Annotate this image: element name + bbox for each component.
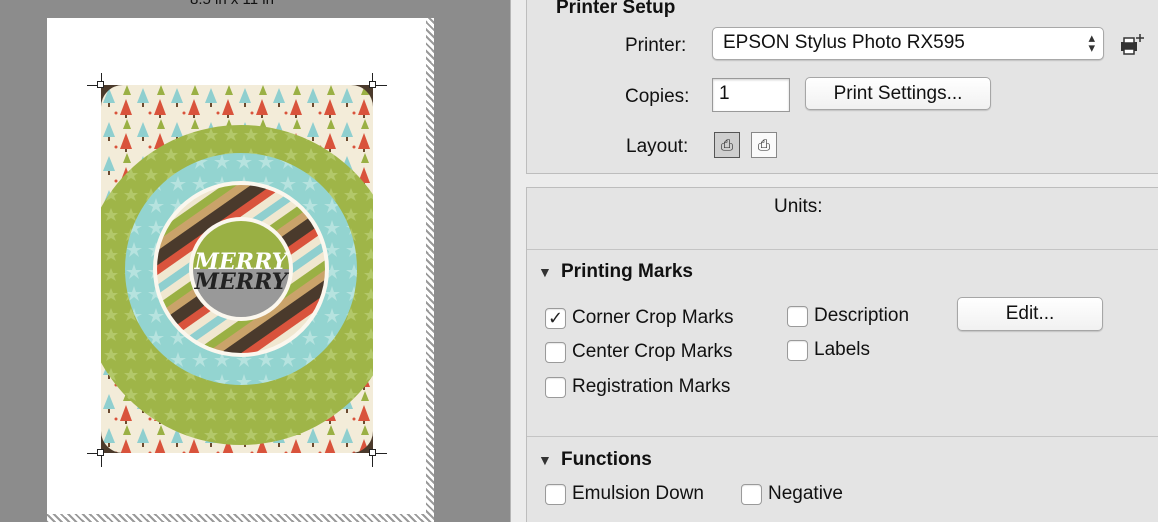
card-text-bottom: MERRY	[194, 269, 290, 295]
emulsion-down-label: Emulsion Down	[572, 483, 704, 504]
registration-marks-checkbox[interactable]: Registration Marks	[545, 374, 730, 400]
labels-checkbox[interactable]: Labels	[787, 337, 870, 363]
printing-marks-disclosure-icon[interactable]: ▼	[538, 264, 552, 280]
printer-setup-title: Printer Setup	[556, 0, 676, 18]
card-artwork-graphic: MERRY MERRY	[101, 85, 373, 453]
section-divider	[527, 436, 1158, 437]
functions-title: Functions	[561, 449, 652, 470]
crop-handle	[97, 81, 104, 88]
paper-size-label: 8.5 in x 11 in	[190, 0, 310, 8]
corner-crop-marks-checkbox[interactable]: ✓ Corner Crop Marks	[545, 305, 734, 331]
negative-label: Negative	[768, 483, 843, 504]
card-artwork: MERRY MERRY	[101, 85, 373, 453]
negative-checkbox[interactable]: Negative	[741, 481, 843, 507]
section-divider	[527, 249, 1158, 250]
emulsion-down-checkbox[interactable]: Emulsion Down	[545, 481, 704, 507]
functions-disclosure-icon[interactable]: ▼	[538, 452, 552, 468]
copies-input[interactable]: 1	[712, 78, 790, 112]
description-label: Description	[814, 305, 910, 326]
popup-arrows-icon: ▴ ▾	[1088, 30, 1095, 55]
layout-landscape-icon[interactable]: ⎙	[751, 132, 777, 158]
printer-select[interactable]: EPSON Stylus Photo RX595 ▴ ▾	[712, 27, 1104, 60]
paper-page: MERRY MERRY	[47, 18, 434, 522]
crop-handle	[369, 449, 376, 456]
layout-portrait-icon[interactable]: ⎙	[714, 132, 740, 158]
printer-label: Printer:	[625, 35, 687, 56]
printer-add-icon[interactable]	[1118, 31, 1146, 59]
printing-marks-title: Printing Marks	[561, 261, 693, 282]
registration-marks-label: Registration Marks	[572, 376, 731, 397]
labels-label: Labels	[814, 339, 870, 360]
checkmark-icon: ✓	[545, 307, 566, 329]
center-crop-marks-label: Center Crop Marks	[572, 341, 733, 362]
layout-label: Layout:	[626, 136, 689, 157]
crop-handle	[97, 449, 104, 456]
corner-crop-marks-label: Corner Crop Marks	[572, 307, 734, 328]
print-settings-button[interactable]: Print Settings...	[805, 77, 991, 110]
print-preview-area: 8.5 in x 11 in	[0, 0, 510, 522]
edit-button[interactable]: Edit...	[957, 297, 1103, 331]
units-label: Units:	[774, 196, 823, 217]
copies-label: Copies:	[625, 86, 690, 107]
crop-handle	[369, 81, 376, 88]
printer-select-value: EPSON Stylus Photo RX595	[723, 32, 965, 53]
center-crop-marks-checkbox[interactable]: Center Crop Marks	[545, 339, 733, 365]
description-checkbox[interactable]: Description	[787, 303, 909, 329]
